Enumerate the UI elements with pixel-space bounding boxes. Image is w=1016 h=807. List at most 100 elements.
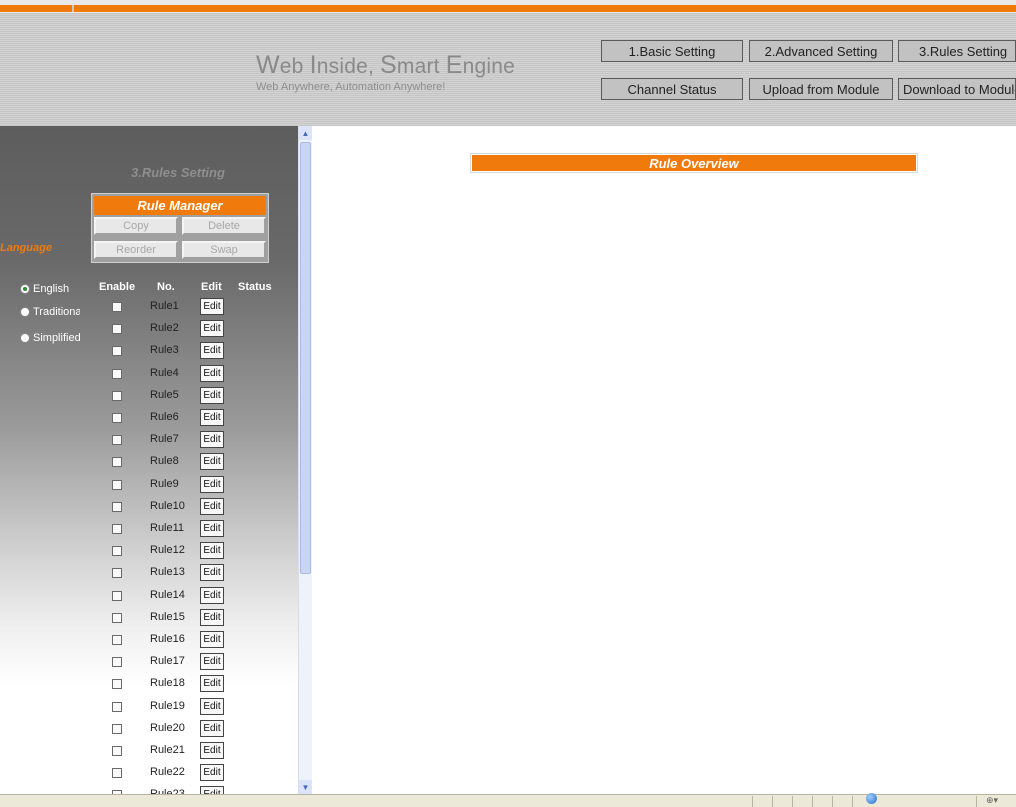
rule-name: Rule20: [150, 721, 185, 734]
rule-enable-checkbox[interactable]: [112, 546, 122, 557]
rule-row: Rule11 Edit: [100, 519, 290, 539]
radio-selected-icon[interactable]: [20, 284, 30, 294]
rule-edit-button[interactable]: Edit: [200, 431, 224, 449]
rule-enable-checkbox[interactable]: [112, 302, 122, 312]
column-header-no: No.: [157, 281, 175, 293]
rule-enable-checkbox[interactable]: [112, 701, 122, 712]
nav-rules-setting-button[interactable]: 3.Rules Setting: [898, 40, 1016, 62]
language-option-traditional[interactable]: Traditional Chinese: [20, 306, 80, 318]
rule-enable-checkbox[interactable]: [112, 679, 122, 690]
nav-advanced-setting-button[interactable]: 2.Advanced Setting: [749, 40, 893, 62]
language-option-simplified[interactable]: Simplified Chinese: [20, 332, 80, 344]
rule-name: Rule11: [150, 522, 185, 534]
status-divider: [976, 796, 977, 807]
rule-name: Rule8: [150, 455, 179, 468]
rule-edit-button[interactable]: Edit: [200, 342, 224, 360]
copy-button[interactable]: Copy: [94, 217, 178, 235]
rule-enable-checkbox[interactable]: [112, 746, 122, 756]
rule-edit-button[interactable]: Edit: [200, 298, 224, 315]
brand-title-text: nside,: [316, 55, 381, 78]
rule-enable-checkbox[interactable]: [112, 657, 122, 668]
rule-name: Rule13: [150, 566, 185, 579]
rule-edit-button[interactable]: Edit: [200, 742, 224, 759]
rule-enable-checkbox[interactable]: [112, 768, 122, 779]
rule-row: Rule21 Edit: [100, 741, 290, 761]
radio-icon[interactable]: [20, 333, 30, 343]
rule-enable-checkbox[interactable]: [112, 524, 122, 534]
rule-name: Rule15: [150, 610, 185, 623]
rule-edit-button[interactable]: Edit: [200, 520, 224, 537]
rule-edit-button[interactable]: Edit: [200, 453, 224, 471]
rule-enable-checkbox[interactable]: [112, 346, 122, 357]
rule-enable-checkbox[interactable]: [112, 590, 122, 601]
sidebar: 3.Rules Setting Rule Manager Copy Delete…: [0, 126, 298, 794]
rule-edit-button[interactable]: Edit: [200, 386, 224, 404]
rule-enable-checkbox[interactable]: [112, 612, 122, 623]
language-option-english[interactable]: English: [20, 283, 80, 295]
upload-from-module-button[interactable]: Upload from Module: [749, 78, 893, 100]
rule-name: Rule6: [150, 411, 179, 423]
channel-status-button[interactable]: Channel Status: [601, 78, 743, 100]
rule-enable-checkbox[interactable]: [112, 457, 122, 468]
top-stripe-divider: [72, 5, 74, 12]
rule-edit-button[interactable]: Edit: [200, 409, 224, 426]
rule-enable-checkbox[interactable]: [112, 368, 122, 379]
scroll-down-arrow-icon[interactable]: ▼: [299, 780, 312, 794]
delete-button[interactable]: Delete: [182, 217, 266, 235]
status-divider: [792, 796, 793, 807]
status-divider: [812, 796, 813, 807]
rule-row: Rule18 Edit: [100, 674, 290, 694]
status-divider: [852, 796, 853, 807]
brand-title-text: ngine: [462, 55, 516, 78]
rule-edit-button[interactable]: Edit: [200, 719, 224, 737]
rule-edit-button[interactable]: Edit: [200, 320, 224, 338]
rule-row: Rule12 Edit: [100, 541, 290, 561]
rule-edit-button[interactable]: Edit: [200, 475, 224, 493]
reorder-button[interactable]: Reorder: [94, 241, 178, 259]
scroll-up-arrow-icon[interactable]: ▲: [299, 126, 312, 140]
rule-enable-checkbox[interactable]: [112, 390, 122, 401]
rule-edit-button[interactable]: Edit: [200, 608, 224, 626]
language-label: Language: [0, 242, 52, 254]
rule-enable-checkbox[interactable]: [112, 479, 122, 490]
radio-icon[interactable]: [20, 307, 30, 317]
swap-button[interactable]: Swap: [182, 241, 266, 259]
rule-edit-button[interactable]: Edit: [200, 786, 224, 794]
rule-name: Rule21: [150, 744, 185, 756]
rule-row: Rule22 Edit: [100, 763, 290, 783]
rule-edit-button[interactable]: Edit: [200, 764, 224, 782]
brand-title-initial: I: [309, 51, 317, 79]
brand: Web Inside, Smart Engine Web Anywhere, A…: [256, 51, 516, 93]
nav-basic-setting-button[interactable]: 1.Basic Setting: [601, 40, 743, 62]
rule-edit-button[interactable]: Edit: [200, 675, 224, 693]
rule-edit-button[interactable]: Edit: [200, 542, 224, 560]
rule-enable-checkbox[interactable]: [112, 635, 122, 645]
rule-enable-checkbox[interactable]: [112, 435, 122, 446]
rule-enable-checkbox[interactable]: [112, 413, 122, 423]
brand-subtitle: Web Anywhere, Automation Anywhere!: [256, 81, 446, 93]
rule-edit-button[interactable]: Edit: [200, 586, 224, 604]
rule-edit-button[interactable]: Edit: [200, 564, 224, 582]
column-header-edit: Edit: [201, 281, 222, 293]
scrollbar-thumb[interactable]: [300, 142, 311, 574]
sidebar-scrollbar[interactable]: ▲ ▼: [298, 126, 312, 794]
rule-enable-checkbox[interactable]: [112, 324, 122, 335]
rule-name: Rule18: [150, 677, 185, 690]
rule-edit-button[interactable]: Edit: [200, 497, 224, 515]
rule-edit-button[interactable]: Edit: [200, 631, 224, 648]
download-to-module-button[interactable]: Download to Module: [898, 78, 1016, 100]
rule-enable-checkbox[interactable]: [112, 501, 122, 512]
rule-overview-title: Rule Overview: [472, 155, 916, 171]
status-divider: [772, 796, 773, 807]
rule-enable-checkbox[interactable]: [112, 723, 122, 734]
column-header-status: Status: [238, 281, 272, 293]
rule-edit-button[interactable]: Edit: [200, 697, 224, 715]
header: Web Inside, Smart Engine Web Anywhere, A…: [0, 13, 1016, 126]
rule-enable-checkbox[interactable]: [112, 568, 122, 579]
rule-row: Rule9 Edit: [100, 475, 290, 495]
rule-edit-button[interactable]: Edit: [200, 653, 224, 671]
zoom-icon[interactable]: ⊕▾: [986, 795, 998, 806]
brand-title-text: eb: [279, 55, 310, 78]
rule-edit-button[interactable]: Edit: [200, 364, 224, 382]
top-orange-stripe: [0, 5, 1016, 12]
